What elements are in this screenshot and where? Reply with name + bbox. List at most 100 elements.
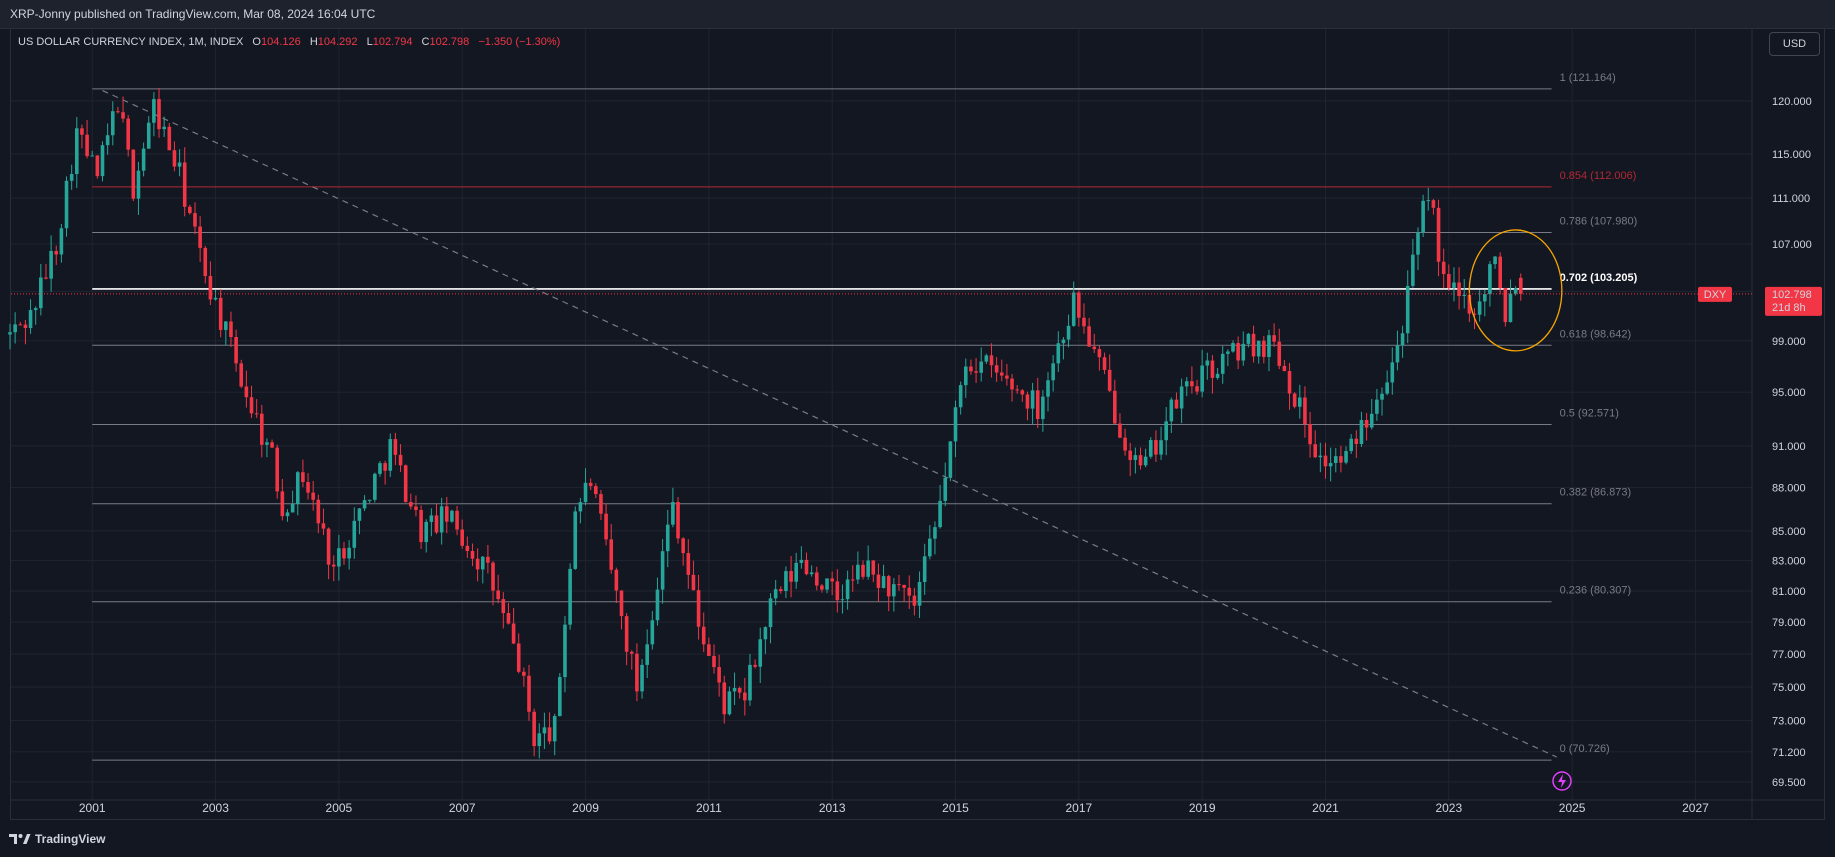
candle-body xyxy=(830,578,834,582)
candle-body xyxy=(444,506,449,522)
x-tick-label: 2001 xyxy=(79,801,106,815)
fib-level-label: 0.854 (112.006) xyxy=(1560,170,1637,182)
candle-body xyxy=(69,174,74,181)
candle-body xyxy=(999,372,1004,376)
candle-body xyxy=(146,122,151,149)
candle-body xyxy=(958,385,963,408)
trend-line xyxy=(102,89,1557,758)
y-tick-label: 77.000 xyxy=(1772,649,1806,661)
candle-body xyxy=(989,355,994,366)
candle-body xyxy=(1339,456,1343,463)
candle-body xyxy=(1251,333,1256,357)
x-tick-label: 2007 xyxy=(449,801,476,815)
candle-body xyxy=(1426,200,1431,202)
candle-body xyxy=(881,576,886,588)
candle-body xyxy=(1421,200,1425,233)
candle-body xyxy=(1498,256,1503,289)
price-chart[interactable]: 120.000115.000111.000107.000103.00099.00… xyxy=(0,0,1835,857)
candle-body xyxy=(311,492,315,500)
candle-body xyxy=(90,155,95,157)
candle-body xyxy=(383,463,387,471)
candle-body xyxy=(306,481,310,493)
y-tick-label: 120.000 xyxy=(1772,96,1812,108)
candle-body xyxy=(290,503,295,513)
legend-close-value: 102.798 xyxy=(429,36,470,48)
candle-body xyxy=(1493,256,1497,265)
candle-body xyxy=(912,595,917,606)
candle-body xyxy=(475,558,480,570)
x-tick-label: 2023 xyxy=(1435,801,1462,815)
candle-body xyxy=(624,616,629,652)
candle-body xyxy=(665,524,670,552)
candle-body xyxy=(922,556,927,582)
tradingview-logo-icon xyxy=(9,834,31,844)
candle-body xyxy=(388,439,393,471)
candle-body xyxy=(1267,335,1271,357)
candle-body xyxy=(501,599,506,614)
candle-body xyxy=(18,324,23,326)
candle-body xyxy=(1107,369,1112,391)
y-tick-label: 99.000 xyxy=(1772,336,1806,348)
y-tick-label: 88.000 xyxy=(1772,483,1806,495)
y-tick-label: 71.200 xyxy=(1772,747,1806,759)
tradingview-brand[interactable]: TradingView xyxy=(9,832,105,846)
candle-body xyxy=(465,545,470,552)
candle-body xyxy=(1010,378,1014,390)
candle-body xyxy=(116,111,120,113)
candle-body xyxy=(110,111,115,136)
candle-body xyxy=(203,247,208,277)
candle-body xyxy=(820,585,824,590)
candle-body xyxy=(208,276,213,300)
candle-body xyxy=(1041,396,1045,420)
candle-body xyxy=(44,277,48,279)
candle-body xyxy=(486,556,490,563)
candle-body xyxy=(1518,277,1523,294)
candle-body xyxy=(1292,393,1297,407)
candle-body xyxy=(152,99,156,123)
x-tick-label: 2025 xyxy=(1559,801,1586,815)
candle-body xyxy=(938,500,942,528)
candle-body xyxy=(825,578,829,590)
candle-body xyxy=(635,653,639,692)
legend-high-value: 104.292 xyxy=(317,36,358,48)
candle-body xyxy=(1226,351,1230,354)
candle-body xyxy=(1416,232,1420,255)
candle-body xyxy=(866,560,870,577)
candle-body xyxy=(1210,360,1215,378)
candle-body xyxy=(54,250,59,255)
candle-body xyxy=(491,562,495,591)
y-tick-label: 111.000 xyxy=(1772,193,1810,205)
candle-body xyxy=(1246,333,1251,344)
price-tag-value: 102.798 xyxy=(1772,289,1812,301)
legend-title: US DOLLAR CURRENCY INDEX, 1M, INDEX xyxy=(18,36,244,48)
candle-body xyxy=(1441,261,1446,275)
candle-body xyxy=(1390,362,1395,383)
candle-body xyxy=(979,361,984,373)
candle-body xyxy=(1077,292,1081,318)
y-tick-label: 73.000 xyxy=(1772,716,1806,728)
currency-button[interactable]: USD xyxy=(1769,32,1820,56)
legend-change: −1.350 (−1.30%) xyxy=(478,36,561,48)
candle-body xyxy=(373,473,377,500)
candle-body xyxy=(121,112,125,119)
candle-body xyxy=(522,671,526,676)
candle-body xyxy=(301,472,305,482)
candle-body xyxy=(367,499,372,501)
x-tick-label: 2015 xyxy=(942,801,969,815)
candle-body xyxy=(1215,373,1220,378)
candle-body xyxy=(347,547,351,559)
candle-body xyxy=(182,162,187,207)
candle-body xyxy=(1313,444,1318,458)
candle-body xyxy=(897,584,901,586)
legend-open-value: 104.126 xyxy=(260,36,301,48)
legend-close-label: C xyxy=(421,36,430,48)
candle-body xyxy=(342,548,346,559)
candle-body xyxy=(259,413,264,445)
candle-body xyxy=(1411,254,1415,286)
legend-high-label: H xyxy=(309,36,318,48)
candle-body xyxy=(1190,381,1194,387)
lightning-icon xyxy=(1552,771,1572,791)
candle-body xyxy=(614,569,619,591)
candle-body xyxy=(1318,455,1323,458)
candle-body xyxy=(1298,397,1302,407)
